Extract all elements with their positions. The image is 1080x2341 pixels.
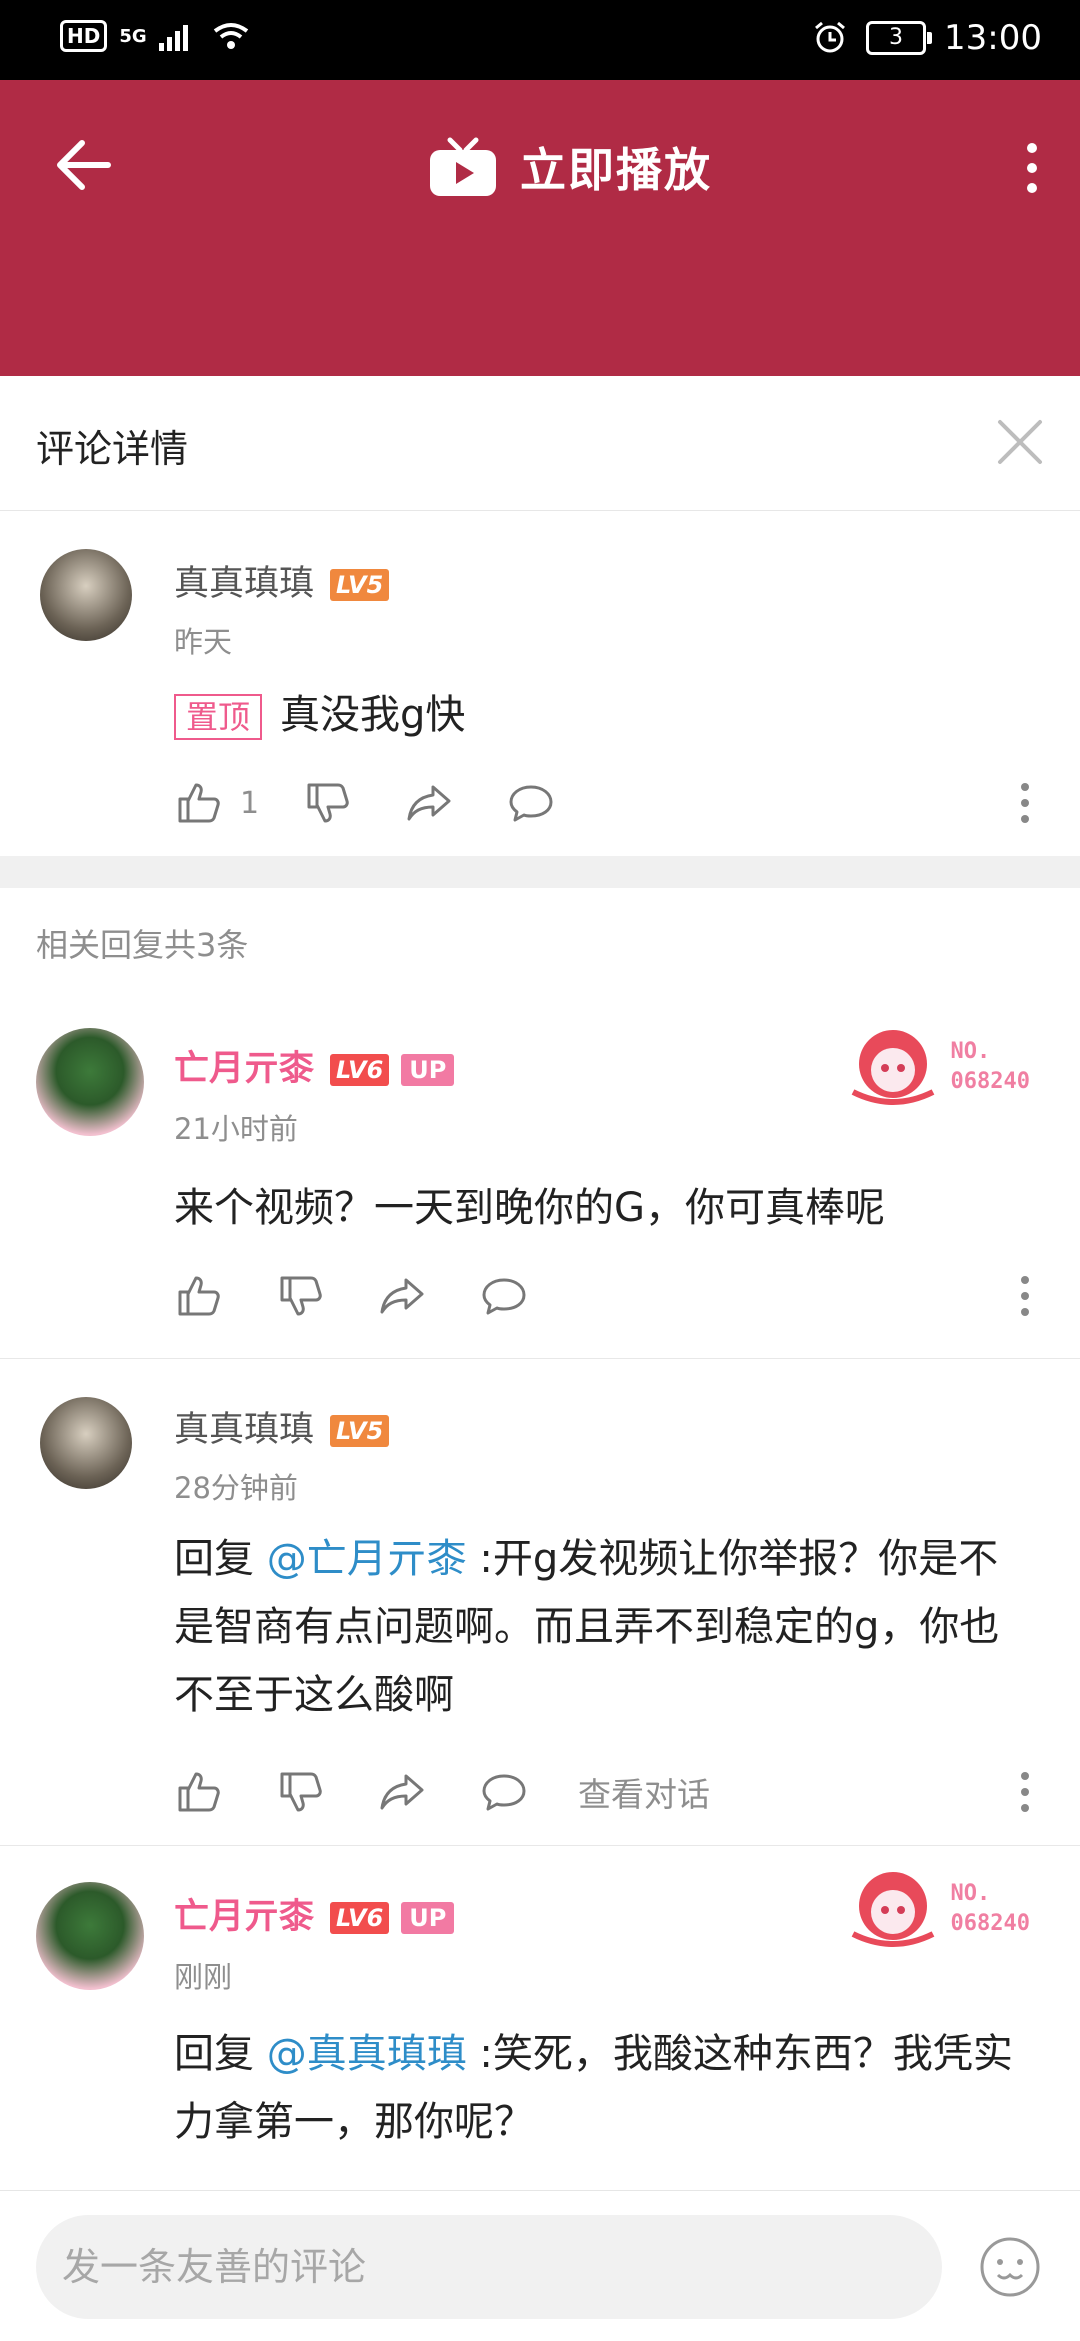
header-title: 立即播放 [520, 143, 712, 197]
thumbs-up-icon [178, 1276, 220, 1316]
fan-badge-icon [851, 1030, 934, 1105]
reply-prefix: 回复 [174, 2031, 254, 2077]
reply-item: 亡月亓桼 LV6 UP NO. 068240 21小时前 来个视频？一天到晚你的G，你… [0, 1010, 1080, 1358]
section-separator [0, 856, 1080, 888]
comment-bubble-icon [509, 785, 553, 822]
wifi-icon [213, 23, 248, 49]
close-icon[interactable] [992, 414, 1048, 470]
like-button[interactable] [170, 1268, 226, 1324]
thumbs-up-icon [178, 783, 220, 823]
dislike-button[interactable] [272, 1764, 328, 1820]
avatar[interactable] [36, 1882, 144, 1990]
fan-badge-number: NO. 068240 [950, 1881, 1030, 1936]
reply-prefix: 回复 [174, 1536, 254, 1582]
main-comment: 真真瑱瑱 LV5 昨天 置顶 真没我g快 1 [0, 511, 1080, 856]
like-button[interactable] [170, 1764, 226, 1820]
comment-author[interactable]: 亡月亓桼 LV6 UP [174, 1888, 455, 1939]
page-title: 评论详情 [36, 427, 189, 471]
avatar[interactable] [36, 1028, 144, 1136]
status-bar: HD 5G 3 13:00 [0, 0, 1080, 80]
more-options-icon[interactable] [1010, 778, 1040, 828]
like-button[interactable] [170, 775, 226, 831]
level-badge: LV5 [330, 1415, 390, 1447]
comment-author[interactable]: 亡月亓桼 LV6 UP [174, 1040, 455, 1091]
play-now-button[interactable]: 立即播放 [428, 134, 712, 200]
level-badge: LV5 [330, 569, 390, 601]
author-name[interactable]: 真真瑱瑱 [174, 1410, 314, 1450]
comment-body: 来个视频？一天到晚你的G，你可真棒呢 [174, 1185, 885, 1231]
share-icon [380, 1774, 424, 1810]
share-icon [407, 785, 451, 821]
comment-body: 回复 @亡月亓桼 :开g发视频让你举报？你是不是智商有点问题啊。而且弄不到稳定的… [174, 1525, 1036, 1729]
like-count: 1 [240, 785, 260, 821]
comment-time: 21小时前 [174, 1112, 298, 1146]
comment-input-bar: 发一条友善的评论 [0, 2190, 1080, 2341]
signal-icon [158, 25, 188, 51]
level-badge: LV6 [330, 1054, 390, 1086]
comment-body: 置顶 真没我g快 [174, 681, 1036, 749]
view-conversation-link[interactable]: 查看对话 [578, 1768, 710, 1816]
fan-badge: NO. 068240 [843, 1022, 1030, 1112]
comment-text: 真没我g快 [280, 692, 466, 738]
thumbs-down-icon [280, 1276, 322, 1316]
reply-button[interactable] [476, 1268, 532, 1324]
fan-badge: NO. 068240 [843, 1864, 1030, 1954]
comment-body: 回复 @真真瑱瑱 :笑死，我酸这种东西？我凭实力拿第一，那你呢？ [174, 2020, 1036, 2156]
mention-link[interactable]: @亡月亓桼 [267, 1536, 467, 1582]
dislike-button[interactable] [299, 775, 355, 831]
back-arrow-icon[interactable] [48, 130, 118, 200]
thumbs-down-icon [307, 783, 349, 823]
comment-author[interactable]: 真真瑱瑱 LV5 [174, 555, 390, 606]
more-vertical-icon[interactable] [1012, 138, 1052, 198]
avatar[interactable] [40, 1397, 132, 1489]
more-options-icon[interactable] [1010, 1767, 1040, 1817]
fan-badge-number: NO. 068240 [950, 1039, 1030, 1094]
emoji-icon[interactable] [978, 2235, 1042, 2299]
reply-item: 真真瑱瑱 LV5 28分钟前 回复 @亡月亓桼 :开g发视频让你举报？你是不是智商… [0, 1359, 1080, 1845]
fan-badge-icon [851, 1872, 934, 1947]
comment-author[interactable]: 真真瑱瑱 LV5 [174, 1401, 390, 1452]
tv-play-icon [430, 137, 496, 196]
mention-link[interactable]: @真真瑱瑱 [267, 2031, 467, 2077]
comment-actions: 1 [170, 773, 1040, 833]
replies-count: 相关回复共3条 [36, 926, 249, 964]
battery-indicator: 3 [866, 21, 933, 55]
comment-time: 昨天 [174, 625, 233, 659]
more-options-icon[interactable] [1010, 1271, 1040, 1321]
share-button[interactable] [374, 1764, 430, 1820]
comment-bubble-icon [482, 1278, 526, 1315]
comment-time: 28分钟前 [174, 1471, 298, 1505]
pinned-badge: 置顶 [174, 694, 263, 740]
reply-button[interactable] [476, 1764, 532, 1820]
comment-time: 刚刚 [174, 1960, 233, 1994]
comment-bubble-icon [482, 1774, 526, 1811]
thumbs-up-icon [178, 1772, 220, 1812]
app-bar: 立即播放 [0, 80, 1080, 376]
clock: 13:00 [944, 18, 1042, 58]
comment-actions [170, 1266, 1040, 1326]
share-button[interactable] [374, 1268, 430, 1324]
author-name[interactable]: 亡月亓桼 [174, 1049, 314, 1089]
up-badge: UP [401, 1054, 455, 1086]
avatar[interactable] [40, 549, 132, 641]
level-badge: LV6 [330, 1902, 390, 1934]
alarm-icon [815, 21, 845, 53]
network-indicator: 5G [119, 25, 147, 47]
up-badge: UP [401, 1902, 455, 1934]
comment-input[interactable]: 发一条友善的评论 [36, 2215, 942, 2319]
author-name[interactable]: 亡月亓桼 [174, 1897, 314, 1937]
reply-item: 亡月亓桼 LV6 UP NO. 068240 刚刚 回复 @真真瑱瑱 :笑死，我酸这种… [0, 1846, 1080, 2190]
reply-button[interactable] [503, 775, 559, 831]
hd-indicator: HD [60, 20, 108, 52]
comment-detail-header: 评论详情 [0, 376, 1080, 511]
thumbs-down-icon [280, 1772, 322, 1812]
share-icon [380, 1278, 424, 1314]
comment-actions: 查看对话 [170, 1762, 1040, 1822]
share-button[interactable] [401, 775, 457, 831]
author-name[interactable]: 真真瑱瑱 [174, 564, 314, 604]
dislike-button[interactable] [272, 1268, 328, 1324]
